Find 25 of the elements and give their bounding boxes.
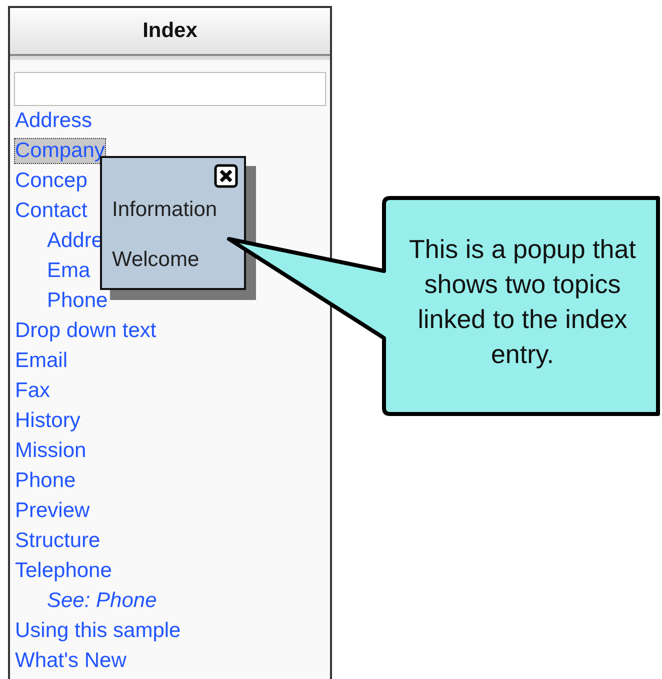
index-entry[interactable]: Fax [14, 378, 52, 404]
index-entry[interactable]: Address [14, 108, 94, 134]
index-entry[interactable]: History [14, 408, 82, 434]
index-entry[interactable]: Addre [46, 228, 104, 254]
index-entry[interactable]: See: Phone [46, 588, 158, 614]
index-entry[interactable]: What's New [14, 648, 128, 674]
panel-title: Index [142, 19, 198, 43]
topic-link[interactable]: Welcome [112, 248, 244, 288]
index-entry[interactable]: Phone [46, 288, 109, 314]
index-entry[interactable]: Structure [14, 528, 102, 554]
index-entry[interactable]: Telephone [14, 558, 113, 584]
index-entry[interactable]: Company [14, 138, 106, 164]
topic-link[interactable]: Information [112, 198, 244, 238]
callout-text: This is a popup that shows two topics linked to the index entry. [408, 233, 637, 371]
index-entry[interactable]: Drop down text [14, 318, 158, 344]
search-field[interactable] [14, 72, 326, 106]
index-entry[interactable]: Contact [14, 198, 88, 224]
index-entry[interactable]: Concep [14, 168, 88, 194]
index-entry[interactable]: Phone [14, 468, 77, 494]
index-entry[interactable]: Preview [14, 498, 91, 524]
index-entry[interactable]: Email [14, 348, 69, 374]
index-entry[interactable]: Using this sample [14, 618, 182, 644]
close-icon[interactable] [214, 164, 238, 188]
index-entry[interactable]: Ema [46, 258, 92, 284]
index-entry[interactable]: Mission [14, 438, 88, 464]
